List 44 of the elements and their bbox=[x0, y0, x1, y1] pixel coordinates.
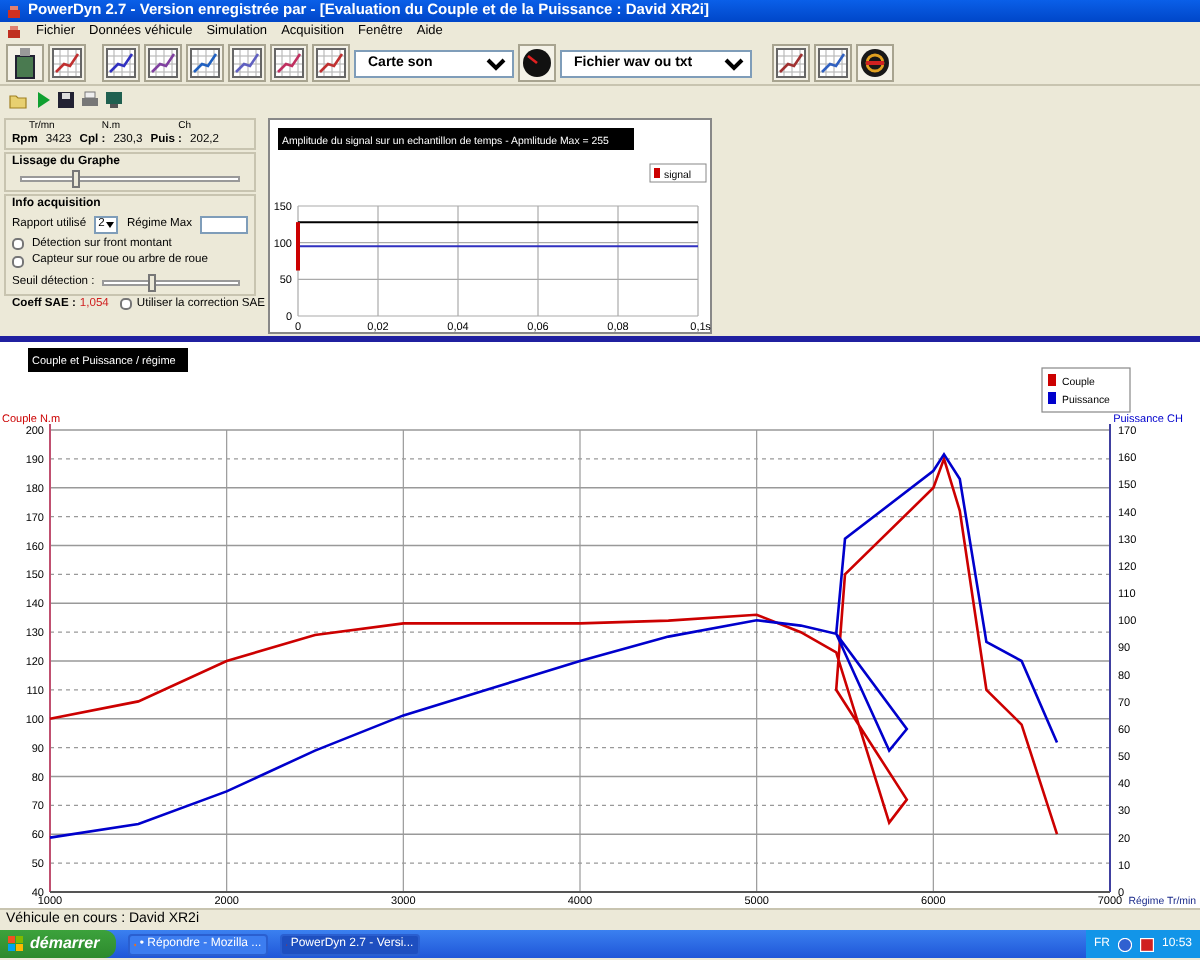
checkbox[interactable] bbox=[120, 298, 133, 310]
chart-icon bbox=[776, 48, 806, 78]
network-icon bbox=[1117, 937, 1132, 951]
chart-icon bbox=[274, 48, 304, 78]
save-button[interactable] bbox=[54, 88, 76, 110]
gauge-icon bbox=[522, 48, 552, 78]
chart-icon bbox=[316, 48, 346, 78]
shield-icon bbox=[1139, 937, 1154, 951]
legend-background bbox=[1041, 367, 1131, 413]
windows-logo-icon bbox=[8, 936, 24, 952]
checkbox[interactable] bbox=[12, 255, 24, 268]
print-icon bbox=[79, 89, 99, 109]
slider-thumb[interactable] bbox=[72, 170, 80, 189]
gauge-button[interactable] bbox=[518, 44, 556, 82]
chart-button[interactable] bbox=[814, 44, 852, 82]
chart-button[interactable] bbox=[48, 44, 86, 82]
chart-icon bbox=[232, 48, 262, 78]
chart-button[interactable] bbox=[186, 44, 224, 82]
monitor-icon bbox=[103, 89, 123, 109]
slider-thumb[interactable] bbox=[147, 273, 156, 292]
print-button[interactable] bbox=[78, 88, 100, 110]
chart-button[interactable] bbox=[270, 44, 308, 82]
chart-button[interactable] bbox=[772, 44, 810, 82]
chart-icon bbox=[106, 48, 136, 78]
engine-icon bbox=[10, 46, 40, 80]
monitor-button[interactable] bbox=[102, 88, 124, 110]
max-rpm-field[interactable] bbox=[200, 216, 248, 235]
caret-icon bbox=[106, 222, 115, 229]
chart-button[interactable] bbox=[102, 44, 140, 82]
checkbox[interactable] bbox=[12, 238, 24, 251]
chart-button[interactable] bbox=[144, 44, 182, 82]
chart-icon bbox=[818, 48, 848, 78]
start-button[interactable]: démarrer bbox=[0, 930, 116, 958]
save-icon bbox=[55, 89, 75, 109]
chart-button[interactable] bbox=[312, 44, 350, 82]
dial-button[interactable] bbox=[856, 44, 894, 82]
dial-icon bbox=[860, 48, 890, 78]
engine-button[interactable] bbox=[6, 44, 44, 82]
chart-icon bbox=[52, 48, 82, 78]
app-menu-icon[interactable] bbox=[6, 24, 22, 40]
chart-icon bbox=[190, 48, 220, 78]
folder-icon bbox=[7, 89, 27, 109]
chart-icon bbox=[148, 48, 178, 78]
chart-button[interactable] bbox=[228, 44, 266, 82]
